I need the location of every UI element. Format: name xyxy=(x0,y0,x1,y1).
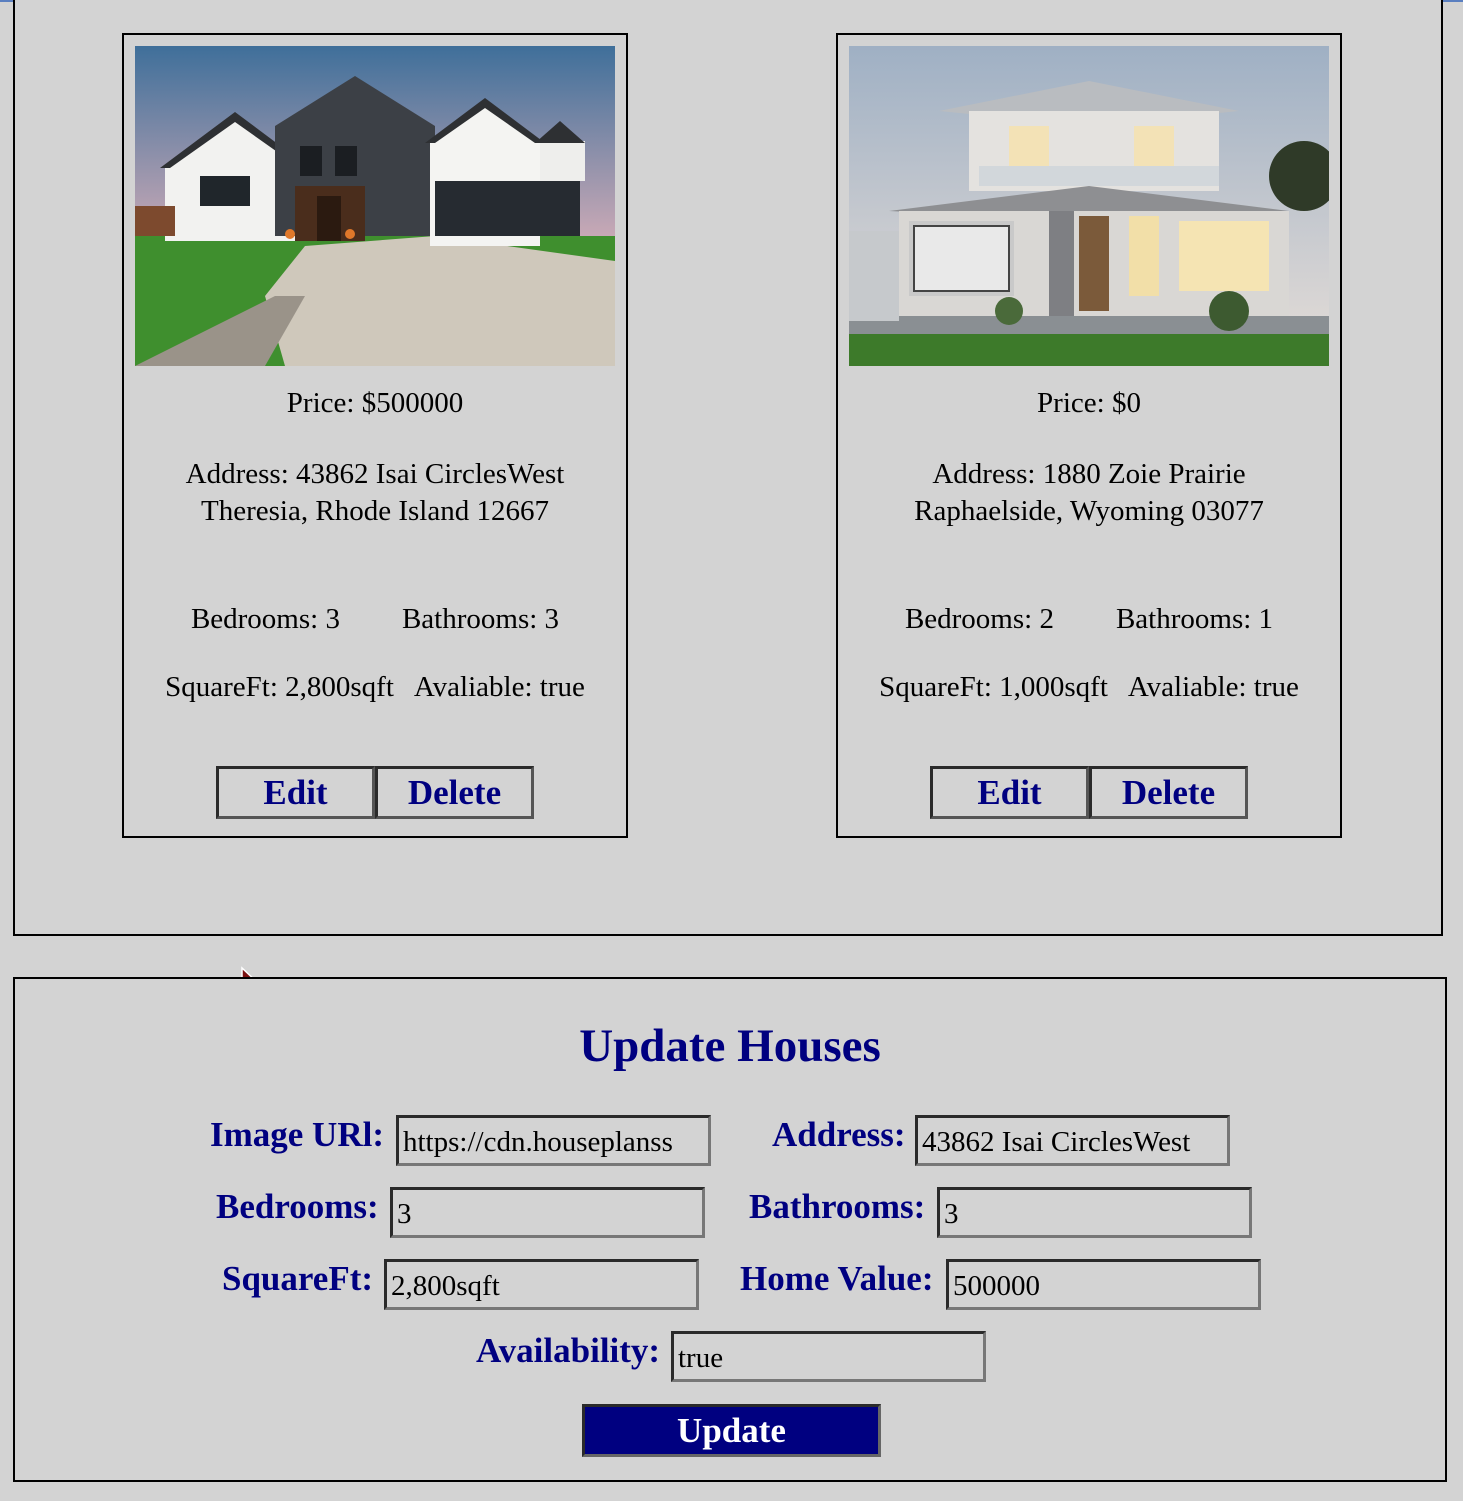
home-value-input[interactable] xyxy=(946,1259,1261,1310)
house-card: Price: $0 Address: 1880 Zoie Prairie Rap… xyxy=(836,33,1342,838)
delete-button[interactable]: Delete xyxy=(1089,766,1248,819)
update-houses-form: Update Houses Image URl: Address: Bedroo… xyxy=(13,977,1447,1482)
squareft-label: SquareFt: xyxy=(222,1259,374,1298)
home-value-label: Home Value: xyxy=(740,1259,934,1298)
house-photo xyxy=(849,46,1329,366)
delete-button[interactable]: Delete xyxy=(375,766,534,819)
bathrooms-label: Bathrooms: xyxy=(749,1187,926,1226)
house-card: Price: $500000 Address: 43862 Isai Circl… xyxy=(122,33,628,838)
update-button[interactable]: Update xyxy=(582,1404,881,1457)
price-text: Price: $0 xyxy=(1037,387,1141,419)
availability-label: Availability: xyxy=(476,1331,661,1370)
squareft-text: SquareFt: 1,000sqft xyxy=(879,671,1108,703)
address-label: Address: xyxy=(772,1115,906,1154)
bedrooms-text: Bedrooms: 3 xyxy=(190,603,340,635)
image-url-label: Image URl: xyxy=(210,1115,384,1154)
availability-input[interactable] xyxy=(671,1331,986,1382)
edit-button[interactable]: Edit xyxy=(216,766,375,819)
edit-button[interactable]: Edit xyxy=(930,766,1089,819)
image-url-input[interactable] xyxy=(396,1115,711,1166)
price-text: Price: $500000 xyxy=(286,387,464,419)
bathrooms-text: Bathrooms: 1 xyxy=(1115,603,1274,635)
squareft-input[interactable] xyxy=(384,1259,699,1310)
bedrooms-text: Bedrooms: 2 xyxy=(904,603,1054,635)
bathrooms-input[interactable] xyxy=(937,1187,1252,1238)
bathrooms-text: Bathrooms: 3 xyxy=(401,603,560,635)
house-listings-panel: Price: $500000 Address: 43862 Isai Circl… xyxy=(13,0,1443,936)
squareft-text: SquareFt: 2,800sqft xyxy=(165,671,394,703)
address-text: Address: 43862 Isai CirclesWest Theresia… xyxy=(185,458,565,527)
available-text: Avaliable: true xyxy=(413,671,585,703)
available-text: Avaliable: true xyxy=(1127,671,1299,703)
bedrooms-input[interactable] xyxy=(390,1187,705,1238)
address-input[interactable] xyxy=(915,1115,1230,1166)
house-photo xyxy=(135,46,615,366)
address-text: Address: 1880 Zoie Prairie Raphaelside, … xyxy=(914,458,1264,527)
form-title: Update Houses xyxy=(579,1020,881,1072)
bedrooms-label: Bedrooms: xyxy=(216,1187,379,1226)
